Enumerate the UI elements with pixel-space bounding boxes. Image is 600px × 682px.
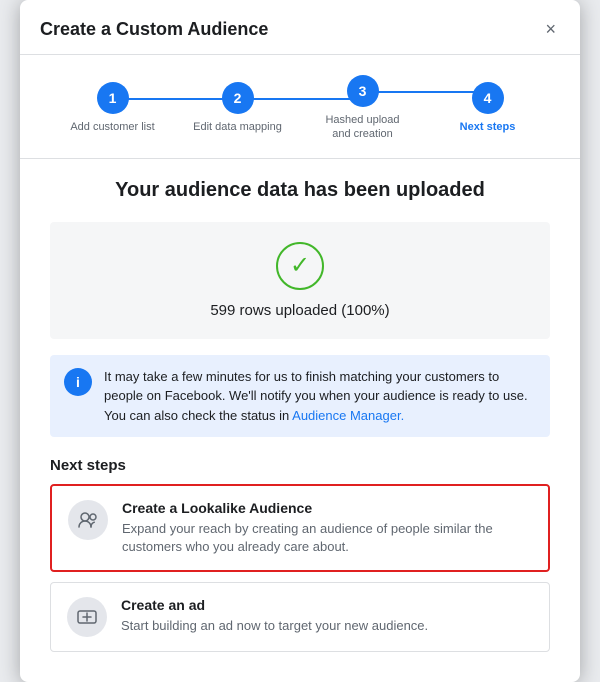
info-icon: i bbox=[64, 368, 92, 396]
lookalike-icon bbox=[68, 500, 108, 540]
upload-count: 599 rows uploaded (100%) bbox=[210, 302, 389, 319]
step-circle-2: 2 bbox=[222, 82, 254, 114]
step-2: 2 Edit data mapping bbox=[175, 82, 300, 134]
step-circle-3: 3 bbox=[347, 75, 379, 107]
step-label-3: Hashed upload and creation bbox=[318, 113, 408, 142]
create-ad-card-desc: Start building an ad now to target your … bbox=[121, 617, 428, 635]
checkmark-icon: ✓ bbox=[290, 254, 310, 278]
check-circle: ✓ bbox=[276, 242, 324, 290]
next-steps-section-title: Next steps bbox=[50, 457, 550, 474]
upload-title: Your audience data has been uploaded bbox=[50, 179, 550, 202]
upload-status-box: ✓ 599 rows uploaded (100%) bbox=[50, 222, 550, 339]
close-button[interactable]: × bbox=[541, 16, 560, 42]
modal-body: Your audience data has been uploaded ✓ 5… bbox=[20, 159, 580, 682]
lookalike-card-content: Create a Lookalike Audience Expand your … bbox=[122, 500, 532, 556]
step-label-1: Add customer list bbox=[70, 120, 154, 134]
create-ad-card-title: Create an ad bbox=[121, 597, 428, 613]
step-circle-1: 1 bbox=[97, 82, 129, 114]
lookalike-card-title: Create a Lookalike Audience bbox=[122, 500, 532, 516]
create-ad-icon bbox=[67, 597, 107, 637]
create-custom-audience-modal: Create a Custom Audience × 1 Add customer… bbox=[20, 0, 580, 682]
lookalike-card-desc: Expand your reach by creating an audienc… bbox=[122, 520, 532, 556]
step-label-2: Edit data mapping bbox=[193, 120, 282, 134]
modal-header: Create a Custom Audience × bbox=[20, 0, 580, 55]
step-4: 4 Next steps bbox=[425, 82, 550, 134]
lookalike-audience-card[interactable]: Create a Lookalike Audience Expand your … bbox=[50, 484, 550, 572]
info-box: i It may take a few minutes for us to fi… bbox=[50, 355, 550, 438]
step-3: 3 Hashed upload and creation bbox=[300, 75, 425, 142]
step-label-4: Next steps bbox=[460, 120, 516, 134]
step-circle-4: 4 bbox=[472, 82, 504, 114]
info-text: It may take a few minutes for us to fini… bbox=[104, 367, 536, 426]
create-ad-card[interactable]: Create an ad Start building an ad now to… bbox=[50, 582, 550, 652]
create-ad-card-content: Create an ad Start building an ad now to… bbox=[121, 597, 428, 635]
stepper: 1 Add customer list 2 Edit data mapping 3 Has… bbox=[20, 55, 580, 158]
modal-title: Create a Custom Audience bbox=[40, 19, 268, 40]
audience-manager-link[interactable]: Audience Manager. bbox=[292, 408, 404, 423]
step-1: 1 Add customer list bbox=[50, 82, 175, 134]
